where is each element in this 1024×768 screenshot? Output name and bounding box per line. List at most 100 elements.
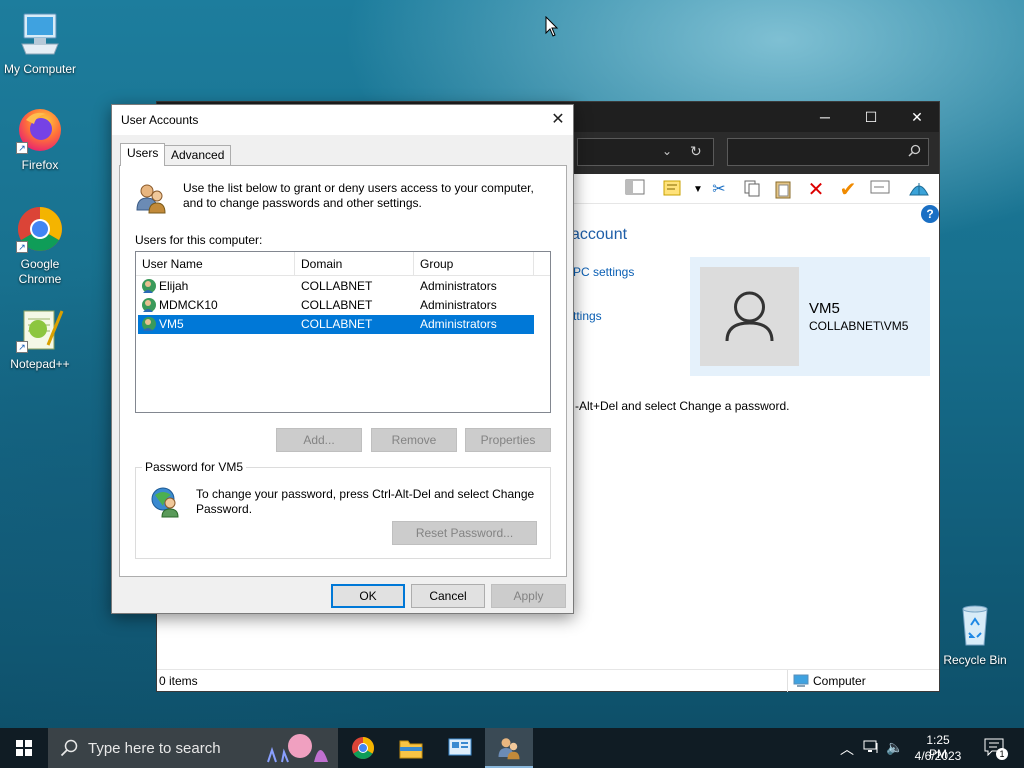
recycle-bin-icon [951, 601, 999, 649]
volume-icon[interactable]: 🔈 [886, 739, 903, 756]
cell-user-name: VM5 [159, 317, 184, 331]
status-location: Computer [813, 674, 866, 688]
cancel-button[interactable]: Cancel [411, 584, 485, 608]
user-tile: VM5 COLLABNET\VM5 [690, 257, 930, 376]
delete-icon[interactable]: ✕ [805, 179, 827, 201]
taskbar-file-explorer[interactable] [387, 728, 435, 768]
chevron-down-icon[interactable]: ⌄ [662, 144, 672, 158]
start-button[interactable] [0, 728, 48, 768]
user-accounts-dialog[interactable]: User Accounts ✕ Users Advanced Use the l… [111, 104, 574, 614]
copy-icon[interactable] [741, 179, 763, 201]
status-divider [787, 670, 788, 692]
table-row[interactable]: Elijah COLLABNET Administrators [138, 277, 534, 296]
table-row-selected[interactable]: VM5 COLLABNET Administrators [138, 315, 534, 334]
desktop-icon-recycle-bin[interactable]: Recycle Bin [935, 601, 1015, 668]
pc-settings-link[interactable]: PC settings [573, 265, 634, 279]
dialog-titlebar[interactable]: User Accounts ✕ [112, 105, 573, 135]
dialog-title: User Accounts [121, 113, 199, 127]
network-icon[interactable] [863, 740, 879, 757]
shortcut-arrow-icon: ↗ [16, 341, 28, 353]
desktop-icon-notepadpp[interactable]: ↗ Notepad++ [0, 305, 80, 372]
search-placeholder: Type here to search [88, 740, 221, 757]
settings-link[interactable]: ttings [573, 309, 602, 323]
refresh-icon[interactable]: ↻ [690, 143, 702, 160]
chevron-up-icon[interactable]: ︿ [840, 739, 854, 759]
layout-pane-icon[interactable] [624, 179, 646, 201]
rename-icon[interactable] [869, 179, 891, 201]
users-icon [498, 738, 520, 760]
users-icon [135, 182, 167, 217]
users-tab-panel: Use the list below to grant or deny user… [119, 165, 567, 577]
table-row[interactable]: MDMCK10 COLLABNET Administrators [138, 296, 534, 315]
password-user-icon [150, 486, 182, 521]
cell-group: Administrators [420, 279, 497, 293]
desktop-icon-chrome[interactable]: ↗ Google Chrome [0, 205, 80, 287]
clock-date[interactable]: 4/6/2023 [910, 749, 966, 763]
item-count: 0 items [159, 674, 198, 688]
chrome-icon [352, 737, 374, 759]
notepadpp-icon: ↗ [16, 305, 64, 353]
cell-group: Administrators [420, 298, 497, 312]
cell-user-name: Elijah [159, 279, 189, 293]
password-instructions: To change your password, press Ctrl-Alt-… [196, 487, 535, 516]
tab-advanced[interactable]: Advanced [164, 145, 232, 165]
address-input[interactable]: ⌄ ↻ [577, 138, 714, 166]
cell-domain: COLLABNET [301, 279, 373, 293]
search-highlight-icon [262, 732, 334, 768]
windows-logo-icon [16, 740, 32, 756]
explorer-statusbar: 0 items Computer [157, 669, 939, 692]
ok-button[interactable]: OK [331, 584, 405, 608]
computer-icon [16, 10, 64, 58]
desktop-icon-my-computer[interactable]: My Computer [0, 10, 80, 77]
users-list-label: Users for this computer: [135, 233, 263, 247]
maximize-button[interactable]: ☐ [848, 102, 894, 132]
mouse-cursor-icon [545, 16, 559, 37]
search-icon [60, 739, 78, 757]
shortcut-arrow-icon: ↗ [16, 142, 28, 154]
tab-users[interactable]: Users [120, 143, 166, 166]
list-header: User Name Domain Group [136, 252, 550, 276]
firefox-icon: ↗ [16, 106, 64, 154]
desktop-icon-label: Notepad++ [10, 357, 70, 371]
desktop-icon-firefox[interactable]: ↗ Firefox [0, 106, 80, 173]
column-header-group[interactable]: Group [414, 252, 534, 276]
notification-count-badge: 1 [996, 748, 1008, 760]
user-fullname: COLLABNET\VM5 [809, 319, 909, 333]
taskbar-user-accounts[interactable] [485, 728, 533, 768]
computer-small-icon [793, 674, 809, 691]
shortcut-arrow-icon: ↗ [16, 241, 28, 253]
minimize-button[interactable]: ─ [802, 102, 848, 132]
control-panel-icon [448, 738, 472, 756]
close-button[interactable]: ✕ [894, 102, 940, 132]
cut-icon[interactable]: ✂ [708, 179, 730, 201]
reset-password-button[interactable]: Reset Password... [392, 521, 537, 545]
cell-user-name: MDMCK10 [159, 298, 218, 312]
add-button[interactable]: Add... [276, 428, 362, 452]
desktop-icon-label: My Computer [3, 62, 77, 76]
checkmark-icon[interactable]: ✔ [837, 179, 859, 201]
intro-text: Use the list below to grant or deny user… [183, 181, 534, 210]
column-header-user-name[interactable]: User Name [136, 252, 295, 276]
desktop-icon-label: Recycle Bin [943, 653, 1007, 667]
taskbar-chrome[interactable] [339, 728, 387, 768]
properties-note-icon[interactable] [662, 179, 684, 201]
paste-icon[interactable] [772, 179, 794, 201]
properties-button[interactable]: Properties [465, 428, 551, 452]
explorer-search-input[interactable] [727, 138, 929, 166]
taskbar-control-panel[interactable] [436, 728, 484, 768]
dialog-close-button[interactable]: ✕ [543, 105, 573, 135]
dropdown-arrow-icon[interactable]: ▼ [687, 179, 709, 201]
shell-icon[interactable] [908, 179, 930, 201]
apply-button[interactable]: Apply [491, 584, 566, 608]
column-header-domain[interactable]: Domain [295, 252, 414, 276]
password-group-label: Password for VM5 [142, 460, 247, 474]
remove-button[interactable]: Remove [371, 428, 457, 452]
cell-group: Administrators [420, 317, 497, 331]
users-list[interactable]: User Name Domain Group Elijah COLLABNET … [135, 251, 551, 413]
search-icon [908, 144, 921, 160]
taskbar-search[interactable]: Type here to search [48, 728, 338, 768]
page-heading: account [571, 226, 628, 243]
person-icon [725, 291, 774, 342]
chrome-icon: ↗ [16, 205, 64, 253]
desktop-icon-label: Firefox [21, 158, 59, 172]
